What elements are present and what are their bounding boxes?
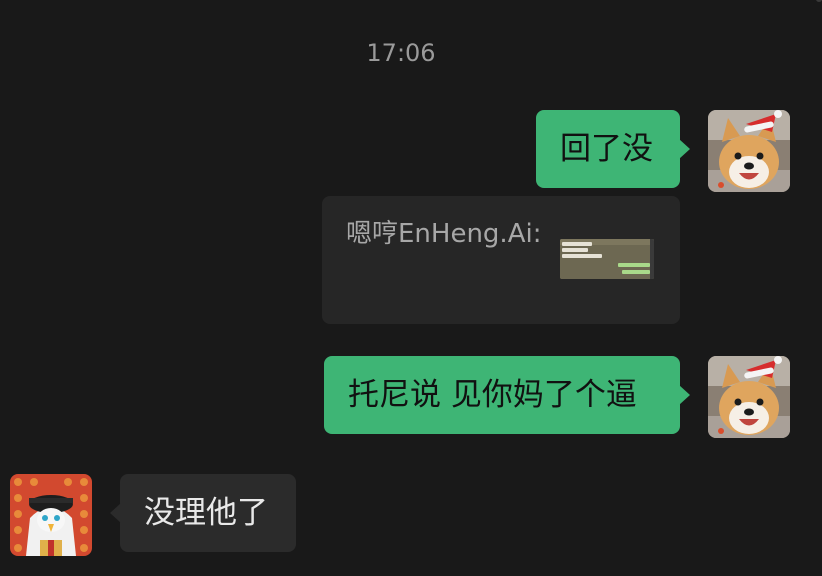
message-text: 没理他了 — [144, 495, 268, 531]
bubble-tail — [679, 385, 690, 405]
chat-screenshot-thumbnail[interactable] — [560, 239, 654, 279]
outgoing-message-bubble[interactable]: 回了没 — [536, 110, 690, 188]
quoted-sender-name: 嗯哼EnHeng.Ai: — [346, 219, 542, 249]
screenshot-image — [560, 239, 654, 279]
bubble-tail — [110, 503, 121, 523]
outgoing-message-bubble[interactable]: 托尼说 见你妈了个逼 — [324, 356, 690, 434]
incoming-message-bubble[interactable]: 没理他了 — [110, 474, 296, 552]
message-text: 回了没 — [560, 131, 653, 167]
contact-avatar[interactable] — [10, 474, 92, 556]
message-timestamp: 17:06 — [366, 39, 436, 67]
shiba-dog-santa-hat-icon — [708, 110, 790, 192]
message-text: 托尼说 见你妈了个逼 — [348, 377, 637, 413]
chat-window: 17:06 回了没 嗯哼EnHeng.Ai: 托尼说 见你妈了个逼 没理他了 — [0, 0, 822, 576]
corner-indicator — [816, 0, 822, 2]
my-avatar[interactable] — [708, 356, 790, 438]
shiba-dog-santa-hat-icon — [708, 356, 790, 438]
bubble-tail — [679, 139, 690, 159]
quoted-message-card[interactable]: 嗯哼EnHeng.Ai: — [322, 196, 680, 324]
cartoon-bird-headscarf-icon — [10, 474, 92, 556]
my-avatar[interactable] — [708, 110, 790, 192]
